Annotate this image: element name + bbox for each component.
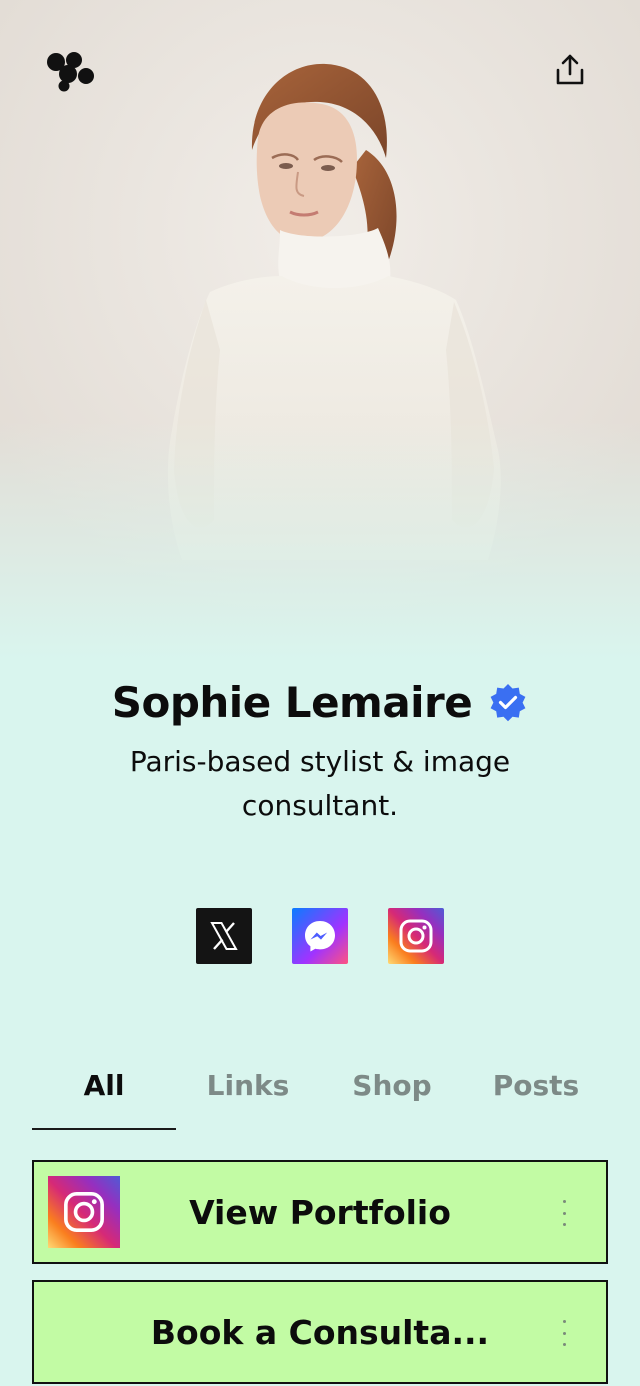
link-card-view-portfolio[interactable]: View Portfolio <box>32 1160 608 1264</box>
profile-name-row: Sophie Lemaire <box>0 672 640 732</box>
share-upload-icon[interactable] <box>552 52 588 88</box>
link-card-label: View Portfolio <box>189 1192 451 1232</box>
instagram-icon <box>48 1176 120 1248</box>
verified-badge-icon <box>490 684 526 722</box>
hero-fade-overlay <box>0 420 640 660</box>
messenger-logo-glyph <box>305 921 335 952</box>
tab-links[interactable]: Links <box>176 1060 320 1128</box>
tab-posts[interactable]: Posts <box>464 1060 608 1128</box>
top-bar <box>0 0 640 140</box>
x-icon[interactable] <box>196 908 252 964</box>
instagram-logo-glyph <box>64 1192 104 1232</box>
messenger-icon[interactable] <box>292 908 348 964</box>
social-icons <box>0 908 640 964</box>
content-tabs: All Links Shop Posts <box>32 1060 608 1130</box>
tab-all[interactable]: All <box>32 1060 176 1130</box>
profile-bio: Paris-based stylist & image consultant. <box>129 745 511 822</box>
instagram-logo-glyph <box>399 919 433 953</box>
profile-name: Sophie Lemaire <box>111 677 473 727</box>
x-logo-glyph <box>210 922 238 950</box>
vertical-ellipsis-icon[interactable] <box>560 1320 568 1346</box>
link-card-label: Book a Consulta... <box>150 1312 490 1352</box>
vertical-ellipsis-icon[interactable] <box>560 1200 568 1226</box>
tab-shop[interactable]: Shop <box>320 1060 464 1128</box>
instagram-icon[interactable] <box>388 908 444 964</box>
linktree-blob-logo-icon[interactable] <box>44 50 96 92</box>
link-card-book-consultation[interactable]: Book a Consulta... <box>32 1280 608 1384</box>
